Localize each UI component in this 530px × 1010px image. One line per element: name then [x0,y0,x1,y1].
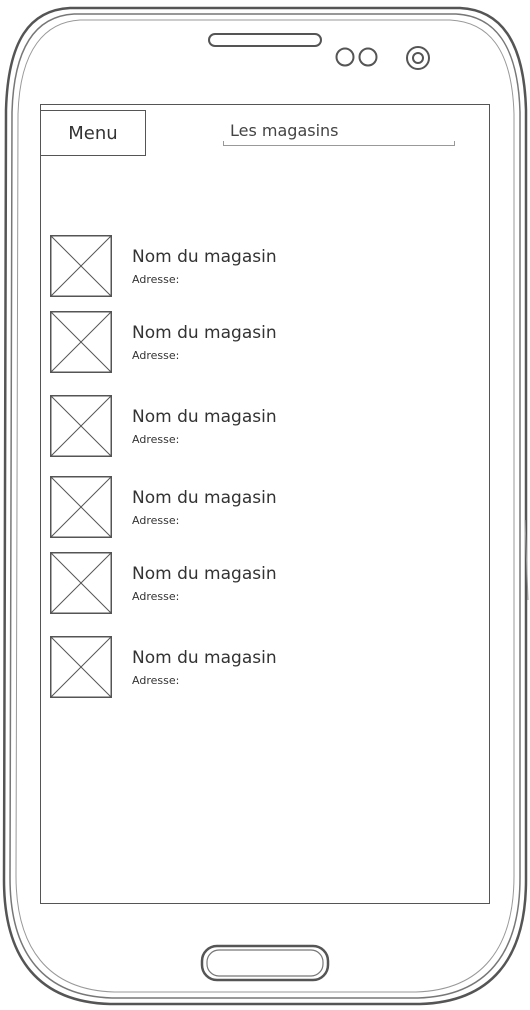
store-name: Nom du magasin [132,323,277,343]
image-placeholder-icon [50,311,112,373]
list-item[interactable]: Nom du magasin Adresse: [50,395,470,457]
store-name: Nom du magasin [132,564,277,584]
store-name: Nom du magasin [132,407,277,427]
list-item[interactable]: Nom du magasin Adresse: [50,636,470,698]
home-button-icon[interactable] [198,942,332,984]
store-name: Nom du magasin [132,488,277,508]
store-address: Adresse: [132,590,180,603]
store-address: Adresse: [132,349,180,362]
store-name: Nom du magasin [132,247,277,267]
store-name: Nom du magasin [132,648,277,668]
list-item[interactable]: Nom du magasin Adresse: [50,235,470,297]
store-address: Adresse: [132,514,180,527]
store-address: Adresse: [132,433,180,446]
image-placeholder-icon [50,235,112,297]
list-item[interactable]: Nom du magasin Adresse: [50,552,470,614]
list-item[interactable]: Nom du magasin Adresse: [50,476,470,538]
speaker-icon [208,33,322,47]
store-address: Adresse: [132,674,180,687]
image-placeholder-icon [50,552,112,614]
phone-screen: Menu Les magasins Nom du magasin Adresse… [40,104,490,904]
image-placeholder-icon [50,636,112,698]
image-placeholder-icon [50,395,112,457]
store-list: Nom du magasin Adresse: Nom du magasin A… [41,105,489,903]
image-placeholder-icon [50,476,112,538]
sensor-icon [406,46,430,70]
camera-icon [335,47,378,67]
store-address: Adresse: [132,273,180,286]
list-item[interactable]: Nom du magasin Adresse: [50,311,470,373]
